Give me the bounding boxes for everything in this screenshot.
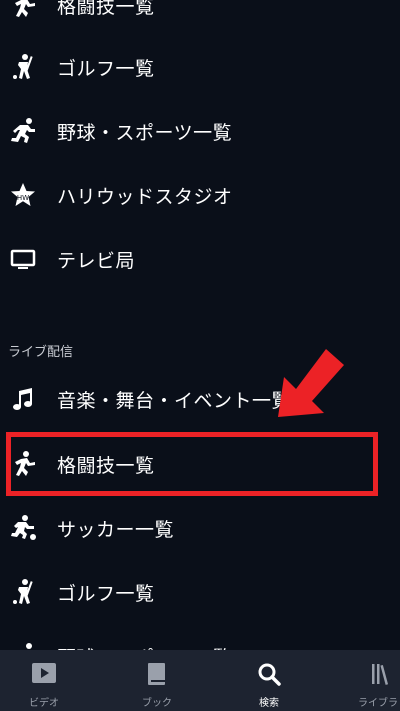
bottom-tab-bar: ビデオ ブック 検索 ライブラリ bbox=[0, 650, 400, 711]
tab-label: ブック bbox=[142, 698, 172, 709]
tab-label: ライブラリ bbox=[358, 698, 400, 709]
tab-search[interactable]: 検索 bbox=[219, 650, 319, 711]
menu-item-golf[interactable]: ゴルフ一覧 bbox=[0, 35, 400, 99]
tab-video[interactable]: ビデオ bbox=[0, 650, 94, 711]
soccer-icon bbox=[8, 513, 38, 543]
section-header-live: ライブ配信 bbox=[8, 345, 74, 360]
tab-label: 検索 bbox=[259, 698, 279, 709]
menu-item-soccer[interactable]: サッカー一覧 bbox=[0, 496, 400, 560]
video-icon bbox=[0, 662, 94, 684]
fighting-icon bbox=[8, 0, 38, 20]
screen: 格闘技一覧 ゴルフ一覧 野球・スポーツ一覧 HW ハリウッドスタジオ テレビ局 … bbox=[0, 0, 400, 711]
menu-item-baseball-sports[interactable]: 野球・スポーツ一覧 bbox=[0, 99, 400, 163]
menu-item-label: ゴルフ一覧 bbox=[57, 582, 155, 605]
menu-item-label: ハリウッドスタジオ bbox=[57, 185, 233, 208]
library-icon bbox=[338, 662, 400, 686]
menu-item-label: ゴルフ一覧 bbox=[57, 57, 155, 80]
menu-item-tv-stations[interactable]: テレビ局 bbox=[0, 227, 400, 291]
menu-item-hollywood-studio[interactable]: HW ハリウッドスタジオ bbox=[0, 163, 400, 227]
tab-label: ビデオ bbox=[29, 698, 59, 709]
search-icon bbox=[219, 662, 319, 686]
tab-book[interactable]: ブック bbox=[107, 650, 207, 711]
tab-library[interactable]: ライブラリ bbox=[338, 650, 400, 711]
menu-item-fighting-top[interactable]: 格闘技一覧 bbox=[0, 0, 400, 37]
golf-icon bbox=[8, 577, 38, 607]
menu-item-label: 音楽・舞台・イベント一覧 bbox=[57, 389, 292, 412]
menu-item-label: サッカー一覧 bbox=[57, 518, 175, 541]
star-icon: HW bbox=[8, 180, 38, 210]
menu-item-label: 格闘技一覧 bbox=[57, 0, 155, 18]
menu-item-label: 野球・スポーツ一覧 bbox=[57, 121, 233, 144]
red-arrow-icon bbox=[278, 349, 344, 417]
running-icon bbox=[8, 116, 38, 146]
book-icon bbox=[107, 662, 207, 686]
svg-text:HW: HW bbox=[17, 194, 29, 202]
golf-icon bbox=[8, 52, 38, 82]
music-note-icon bbox=[8, 384, 38, 414]
menu-item-golf-live[interactable]: ゴルフ一覧 bbox=[0, 560, 400, 624]
tv-icon bbox=[8, 244, 38, 274]
highlight-box bbox=[6, 432, 378, 496]
menu-item-label: テレビ局 bbox=[57, 249, 136, 272]
